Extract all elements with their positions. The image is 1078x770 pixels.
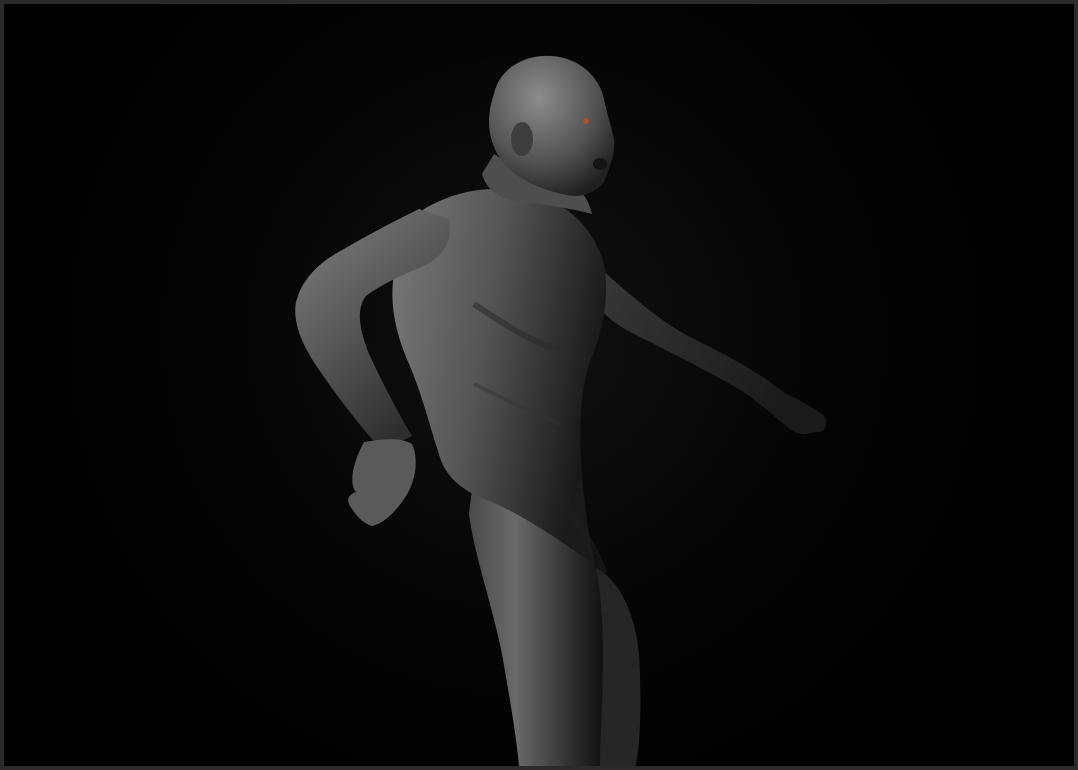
sculpt-render-image bbox=[295, 55, 827, 766]
front-hand bbox=[348, 439, 416, 526]
mouth bbox=[593, 158, 607, 170]
eye bbox=[583, 118, 589, 124]
render-frame bbox=[0, 0, 1078, 770]
render-viewport bbox=[4, 4, 1074, 766]
back-arm bbox=[584, 259, 827, 434]
ear bbox=[511, 122, 533, 156]
